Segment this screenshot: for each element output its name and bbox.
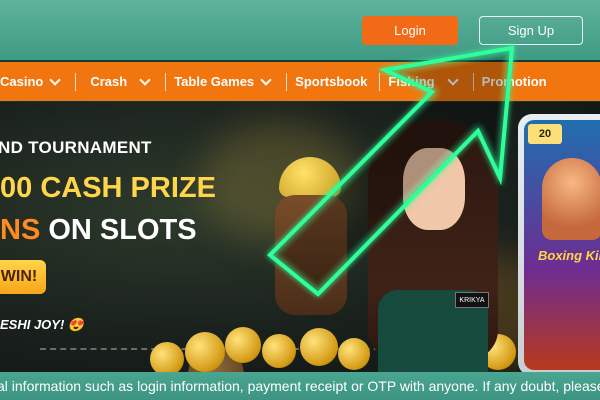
notice-text: al information such as login information… <box>0 378 600 394</box>
phone-screen: 20 Boxing King <box>524 120 600 370</box>
nav-divider <box>379 72 381 91</box>
banner-subheading-rest: ON SLOTS <box>40 214 197 246</box>
win-button[interactable]: WIN! <box>0 260 46 294</box>
nav-item-crash[interactable]: Crash <box>90 62 157 101</box>
genie-illustration <box>275 157 355 357</box>
nav-item-table-games[interactable]: Table Games <box>174 62 278 101</box>
nav-label: Sportsbook <box>295 74 368 89</box>
boxer-illustration <box>542 158 600 240</box>
nav-item-fishing[interactable]: Fishing <box>388 62 464 101</box>
nav-item-casino[interactable]: Casino <box>0 62 67 101</box>
nav-label: Table Games <box>174 74 255 89</box>
phone-mockup: 20 Boxing King <box>518 114 600 372</box>
model-illustration <box>348 120 518 372</box>
banner-subheading: NS ON SLOTS <box>0 214 197 247</box>
nav-divider <box>286 72 288 91</box>
main-nav: Casino Crash Table Games Sportsbook Fish… <box>0 62 600 101</box>
nav-divider <box>75 72 77 91</box>
chevron-down-icon <box>260 73 272 86</box>
gold-coin-icon <box>225 327 261 363</box>
gold-coin-icon <box>185 332 225 372</box>
top-header: Login Sign Up <box>0 0 600 60</box>
chevron-down-icon <box>446 73 459 86</box>
brand-badge: KRIKYA <box>455 292 489 308</box>
gold-coin-icon <box>262 334 296 368</box>
nav-label: Promotion <box>481 74 547 89</box>
nav-item-promotion[interactable]: Promotion <box>482 62 547 101</box>
chevron-down-icon <box>49 73 62 86</box>
login-button[interactable]: Login <box>362 16 458 45</box>
promo-banner[interactable]: ND TOURNAMENT 00 CASH PRIZE NS ON SLOTS … <box>0 102 600 372</box>
genie-body <box>275 195 347 315</box>
banner-accent: NS <box>0 214 41 246</box>
gold-coin-icon <box>150 342 184 372</box>
nav-label: Crash <box>90 74 128 89</box>
banner-tagline: ESHI JOY! 😍 <box>0 317 85 332</box>
banner-heading: ND TOURNAMENT <box>0 138 152 157</box>
gold-coin-icon <box>300 328 338 366</box>
nav-label: Casino <box>0 74 44 89</box>
nav-label: Fishing <box>388 74 435 89</box>
nav-item-sportsbook[interactable]: Sportsbook <box>295 62 367 101</box>
signup-button[interactable]: Sign Up <box>479 16 583 45</box>
turban-shape <box>279 157 341 197</box>
banner-prize: 00 CASH PRIZE <box>0 172 216 204</box>
phone-game-title: Boxing King <box>538 248 600 263</box>
nav-divider <box>472 72 474 91</box>
chevron-down-icon <box>139 73 151 86</box>
nav-divider <box>165 72 167 91</box>
phone-counter: 20 <box>528 124 562 144</box>
notice-bar: al information such as login information… <box>0 372 600 400</box>
model-face <box>403 148 465 230</box>
